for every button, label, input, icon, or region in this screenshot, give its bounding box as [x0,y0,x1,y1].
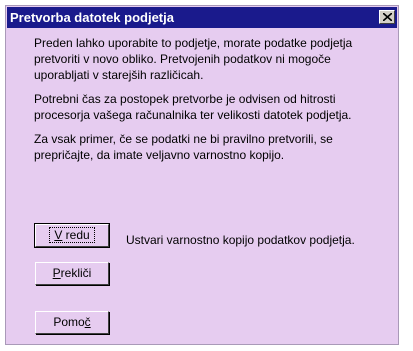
intro-paragraph: Preden lahko uporabite to podjetje, mora… [34,36,353,82]
backup-paragraph: Za vsak primer, če se podatki ne bi prav… [34,132,333,162]
dialog-titlebar: Pretvorba datotek podjetja [7,7,397,28]
conversion-dialog: Pretvorba datotek podjetja Preden lahko … [5,5,399,345]
ok-button-hint: Ustvari varnostno kopijo podatkov podjet… [126,233,355,247]
dialog-title: Pretvorba datotek podjetja [10,10,174,25]
help-button[interactable]: Pomoč [35,311,109,334]
ok-button[interactable]: V redu [34,223,110,248]
close-icon [383,13,392,21]
close-button[interactable] [379,10,395,24]
cancel-button[interactable]: Prekliči [35,262,109,285]
duration-paragraph: Potrebni čas za postopek pretvorbe je od… [34,92,352,122]
